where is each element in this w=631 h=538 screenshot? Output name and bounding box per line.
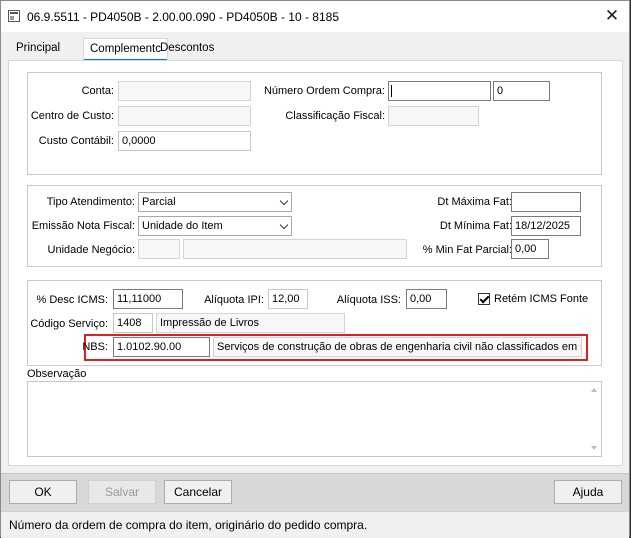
status-text: Número da ordem de compra do item, origi… <box>9 518 368 532</box>
emissao-nota-value: Unidade do Item <box>142 220 223 232</box>
chevron-down-icon <box>279 196 289 206</box>
numero-ordem-compra-field[interactable] <box>388 81 491 101</box>
nbs-field[interactable]: 1.0102.90.00 <box>113 337 210 357</box>
tipo-atendimento-value: Parcial <box>142 196 176 208</box>
group-contabil: Conta: Centro de Custo: Custo Contábil: … <box>27 72 602 175</box>
aliquota-iss-field[interactable]: 0,00 <box>406 289 447 309</box>
window-title: 06.9.5511 - PD4050B - 2.00.00.090 - PD40… <box>27 10 339 24</box>
custo-contabil-label: Custo Contábil: <box>38 135 114 147</box>
emissao-nota-select[interactable]: Unidade do Item <box>138 216 292 236</box>
close-icon[interactable]: ✕ <box>601 5 623 27</box>
custo-contabil-field[interactable]: 0,0000 <box>118 131 251 151</box>
group-atendimento: Tipo Atendimento: Parcial Emissão Nota F… <box>27 185 602 267</box>
cancelar-button[interactable]: Cancelar <box>164 480 232 504</box>
emissao-nota-label: Emissão Nota Fiscal: <box>31 220 135 232</box>
tipo-atendimento-select[interactable]: Parcial <box>138 192 292 212</box>
tab-descontos[interactable]: Descontos <box>154 38 220 59</box>
salvar-button[interactable]: Salvar <box>88 480 156 504</box>
numero-ordem-compra-label: Número Ordem Compra: <box>263 85 385 97</box>
title-bar: 06.9.5511 - PD4050B - 2.00.00.090 - PD40… <box>1 1 629 32</box>
dt-maxima-label: Dt Máxima Fat: <box>437 196 512 208</box>
observacao-textarea[interactable] <box>27 381 602 457</box>
unidade-negocio-label: Unidade Negócio: <box>47 244 135 256</box>
centro-custo-label: Centro de Custo: <box>30 110 114 122</box>
classificacao-fiscal-label: Classificação Fiscal: <box>285 110 385 122</box>
desc-icms-label: % Desc ICMS: <box>36 294 108 306</box>
tipo-atendimento-label: Tipo Atendimento: <box>46 196 135 208</box>
tab-complemento-label: Complementc <box>90 43 161 55</box>
codigo-servico-label: Código Serviço: <box>30 318 108 330</box>
retem-icms-checkbox[interactable] <box>478 293 490 305</box>
nbs-desc: Serviços de construção de obras de engen… <box>213 337 582 357</box>
group-impostos: % Desc ICMS: 11,11000 Alíquota IPI: 12,0… <box>27 280 602 366</box>
nbs-label: NBS: <box>82 341 108 353</box>
dt-minima-label: Dt Mínima Fat: <box>439 220 512 232</box>
conta-field[interactable] <box>118 81 251 101</box>
aliquota-ipi-label: Alíquota IPI: <box>204 294 264 306</box>
ok-button[interactable]: OK <box>9 480 77 504</box>
min-fat-parcial-field[interactable]: 0,00 <box>511 239 549 259</box>
aliquota-iss-label: Alíquota ISS: <box>336 294 401 306</box>
codigo-servico-field[interactable]: 1408 <box>113 313 153 333</box>
numero-ordem-item-field[interactable]: 0 <box>493 81 550 101</box>
aliquota-ipi-field[interactable]: 12,00 <box>268 289 308 309</box>
tab-strip: Principal Complementc Descontos <box>8 38 628 61</box>
dt-minima-field[interactable]: 18/12/2025 <box>511 216 581 236</box>
text-cursor <box>391 85 392 97</box>
ajuda-button[interactable]: Ajuda <box>554 480 622 504</box>
scroll-up-icon[interactable] <box>591 388 597 392</box>
unidade-negocio-desc-field <box>183 239 407 259</box>
status-bar: Número da ordem de compra do item, origi… <box>1 511 629 538</box>
centro-custo-field[interactable] <box>118 106 251 126</box>
classificacao-fiscal-field[interactable] <box>388 106 479 126</box>
tab-content-complemento: Conta: Centro de Custo: Custo Contábil: … <box>8 60 623 466</box>
button-bar: OK Salvar Cancelar Ajuda <box>1 473 629 512</box>
dt-maxima-field[interactable] <box>511 192 581 212</box>
app-icon <box>8 10 20 22</box>
conta-label: Conta: <box>81 85 114 97</box>
dialog-window: 06.9.5511 - PD4050B - 2.00.00.090 - PD40… <box>0 0 630 538</box>
observacao-label: Observação <box>27 368 87 380</box>
desc-icms-field[interactable]: 11,11000 <box>113 289 183 309</box>
chevron-down-icon <box>279 220 289 230</box>
codigo-servico-desc: Impressão de Livros <box>156 313 345 333</box>
min-fat-parcial-label: % Min Fat Parcial: <box>422 244 512 256</box>
unidade-negocio-code-field[interactable] <box>138 239 180 259</box>
tab-principal[interactable]: Principal <box>10 38 66 59</box>
scroll-down-icon[interactable] <box>591 446 597 450</box>
retem-icms-label: Retém ICMS Fonte <box>494 293 589 305</box>
